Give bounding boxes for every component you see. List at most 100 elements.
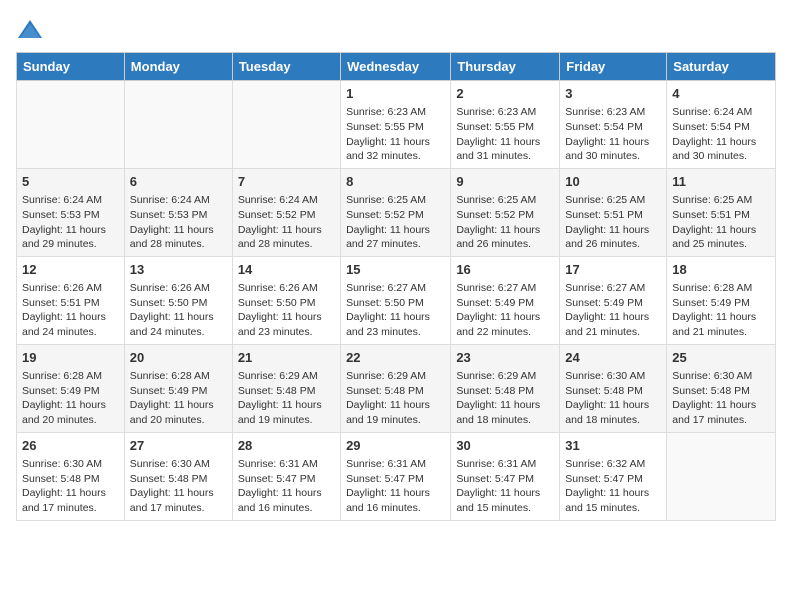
cell-info: Sunset: 5:48 PM (456, 384, 554, 399)
day-number: 28 (238, 437, 335, 455)
cell-info: Sunrise: 6:26 AM (22, 281, 119, 296)
cell-info: Sunset: 5:48 PM (238, 384, 335, 399)
cell-info: Sunrise: 6:27 AM (346, 281, 445, 296)
cell-info: Sunset: 5:50 PM (238, 296, 335, 311)
logo-icon (16, 16, 44, 44)
cell-info: Sunset: 5:53 PM (130, 208, 227, 223)
day-number: 14 (238, 261, 335, 279)
calendar-cell (124, 81, 232, 169)
cell-info: Sunset: 5:48 PM (565, 384, 661, 399)
cell-info: Sunset: 5:55 PM (346, 120, 445, 135)
cell-info: Sunset: 5:49 PM (565, 296, 661, 311)
calendar-cell: 27Sunrise: 6:30 AMSunset: 5:48 PMDayligh… (124, 432, 232, 520)
day-number: 19 (22, 349, 119, 367)
cell-info: Sunrise: 6:24 AM (672, 105, 770, 120)
cell-info: Daylight: 11 hours and 15 minutes. (565, 486, 661, 515)
calendar-cell: 28 Sunrise: 6:31 AMSunset: 5:47 PMDayligh… (232, 432, 340, 520)
cell-info: Daylight: 11 hours and 23 minutes. (238, 310, 335, 339)
calendar-header: SundayMondayTuesdayWednesdayThursdayFrid… (17, 53, 776, 81)
week-row-3: 12Sunrise: 6:26 AMSunset: 5:51 PMDayligh… (17, 256, 776, 344)
cell-info: Sunrise: 6:23 AM (456, 105, 554, 120)
calendar-cell: 31Sunrise: 6:32 AMSunset: 5:47 PMDayligh… (560, 432, 667, 520)
cell-info: Sunrise: 6:29 AM (346, 369, 445, 384)
cell-info: Sunrise: 6:30 AM (565, 369, 661, 384)
cell-info: Daylight: 11 hours and 20 minutes. (130, 398, 227, 427)
calendar-cell: 8Sunrise: 6:25 AMSunset: 5:52 PMDaylight… (341, 168, 451, 256)
calendar-cell: 1Sunrise: 6:23 AMSunset: 5:55 PMDaylight… (341, 81, 451, 169)
cell-info: Sunset: 5:48 PM (130, 472, 227, 487)
day-number: 8 (346, 173, 445, 191)
day-number: 12 (22, 261, 119, 279)
logo (16, 16, 48, 44)
cell-info: Daylight: 11 hours and 32 minutes. (346, 135, 445, 164)
day-number: 1 (346, 85, 445, 103)
day-header-wednesday: Wednesday (341, 53, 451, 81)
cell-info: Daylight: 11 hours and 28 minutes. (238, 223, 335, 252)
cell-info: Sunset: 5:49 PM (672, 296, 770, 311)
calendar-cell: 7Sunrise: 6:24 AMSunset: 5:52 PMDaylight… (232, 168, 340, 256)
day-header-thursday: Thursday (451, 53, 560, 81)
day-number: 23 (456, 349, 554, 367)
calendar-cell: 20Sunrise: 6:28 AMSunset: 5:49 PMDayligh… (124, 344, 232, 432)
calendar-cell: 30Sunrise: 6:31 AMSunset: 5:47 PMDayligh… (451, 432, 560, 520)
calendar-cell: 12Sunrise: 6:26 AMSunset: 5:51 PMDayligh… (17, 256, 125, 344)
cell-info: Sunrise: 6:27 AM (456, 281, 554, 296)
day-number: 20 (130, 349, 227, 367)
cell-info: Sunrise: 6:26 AM (130, 281, 227, 296)
calendar-cell (232, 81, 340, 169)
day-number: 9 (456, 173, 554, 191)
cell-info: Daylight: 11 hours and 31 minutes. (456, 135, 554, 164)
calendar-cell: 29Sunrise: 6:31 AMSunset: 5:47 PMDayligh… (341, 432, 451, 520)
cell-info: Daylight: 11 hours and 21 minutes. (565, 310, 661, 339)
day-header-monday: Monday (124, 53, 232, 81)
cell-info: Daylight: 11 hours and 24 minutes. (130, 310, 227, 339)
cell-info: Daylight: 11 hours and 17 minutes. (672, 398, 770, 427)
cell-info: Sunrise: 6:30 AM (22, 457, 119, 472)
cell-info: Sunrise: 6:31 AM (346, 457, 445, 472)
day-number: 21 (238, 349, 335, 367)
cell-info: Daylight: 11 hours and 16 minutes. (238, 486, 335, 515)
day-number: 31 (565, 437, 661, 455)
cell-info: Sunrise: 6:25 AM (672, 193, 770, 208)
cell-info: Sunrise: 6:28 AM (22, 369, 119, 384)
calendar-cell: 24Sunrise: 6:30 AMSunset: 5:48 PMDayligh… (560, 344, 667, 432)
cell-info: Sunset: 5:55 PM (456, 120, 554, 135)
cell-info: Sunset: 5:48 PM (346, 384, 445, 399)
cell-info: Sunset: 5:54 PM (672, 120, 770, 135)
day-number: 11 (672, 173, 770, 191)
cell-info: Sunset: 5:49 PM (456, 296, 554, 311)
cell-info: Daylight: 11 hours and 23 minutes. (346, 310, 445, 339)
cell-info: Sunrise: 6:24 AM (238, 193, 335, 208)
cell-info: Sunset: 5:51 PM (565, 208, 661, 223)
calendar-cell: 19Sunrise: 6:28 AMSunset: 5:49 PMDayligh… (17, 344, 125, 432)
cell-info: Sunrise: 6:31 AM (238, 457, 335, 472)
calendar-cell: 9Sunrise: 6:25 AMSunset: 5:52 PMDaylight… (451, 168, 560, 256)
cell-info: Daylight: 11 hours and 20 minutes. (22, 398, 119, 427)
day-number: 22 (346, 349, 445, 367)
cell-info: Sunset: 5:51 PM (22, 296, 119, 311)
cell-info: Sunrise: 6:29 AM (456, 369, 554, 384)
cell-info: Sunset: 5:50 PM (346, 296, 445, 311)
calendar-cell (667, 432, 776, 520)
cell-info: Sunrise: 6:30 AM (130, 457, 227, 472)
cell-info: Sunrise: 6:29 AM (238, 369, 335, 384)
cell-info: Sunrise: 6:27 AM (565, 281, 661, 296)
cell-info: Sunset: 5:52 PM (238, 208, 335, 223)
calendar-cell (17, 81, 125, 169)
cell-info: Sunset: 5:47 PM (238, 472, 335, 487)
cell-info: Sunrise: 6:25 AM (456, 193, 554, 208)
cell-info: Daylight: 11 hours and 18 minutes. (456, 398, 554, 427)
cell-info: Sunset: 5:47 PM (346, 472, 445, 487)
calendar-cell: 13Sunrise: 6:26 AMSunset: 5:50 PMDayligh… (124, 256, 232, 344)
cell-info: Daylight: 11 hours and 26 minutes. (565, 223, 661, 252)
cell-info: Sunset: 5:54 PM (565, 120, 661, 135)
day-number: 13 (130, 261, 227, 279)
calendar-body: 1Sunrise: 6:23 AMSunset: 5:55 PMDaylight… (17, 81, 776, 521)
calendar-cell: 18Sunrise: 6:28 AMSunset: 5:49 PMDayligh… (667, 256, 776, 344)
cell-info: Sunrise: 6:28 AM (672, 281, 770, 296)
calendar-cell: 22Sunrise: 6:29 AMSunset: 5:48 PMDayligh… (341, 344, 451, 432)
calendar-cell: 15Sunrise: 6:27 AMSunset: 5:50 PMDayligh… (341, 256, 451, 344)
day-header-friday: Friday (560, 53, 667, 81)
week-row-5: 26Sunrise: 6:30 AMSunset: 5:48 PMDayligh… (17, 432, 776, 520)
day-number: 27 (130, 437, 227, 455)
